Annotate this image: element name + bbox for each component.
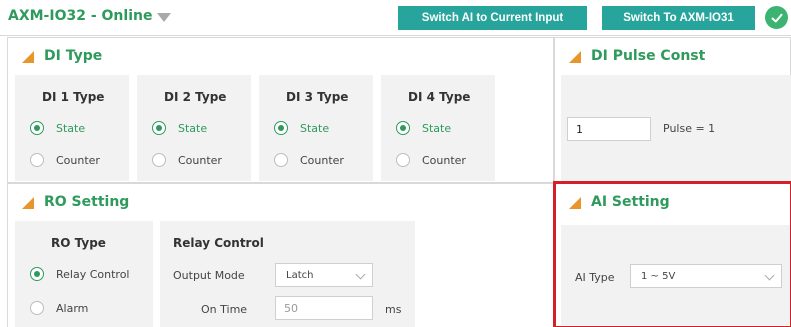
radio-checked-icon[interactable] bbox=[396, 121, 410, 135]
section-triangle-icon bbox=[22, 51, 34, 63]
radio-unchecked-icon[interactable] bbox=[396, 153, 410, 167]
di-type-title: DI Type bbox=[22, 48, 102, 64]
ro-type-heading: RO Type bbox=[51, 236, 106, 250]
di3-counter-label: Counter bbox=[300, 153, 344, 167]
output-mode-label: Output Mode bbox=[173, 269, 245, 282]
di-type-title-text: DI Type bbox=[44, 48, 103, 64]
on-time-input[interactable]: 50 bbox=[275, 296, 373, 320]
radio-checked-icon[interactable] bbox=[152, 121, 166, 135]
di2-box: DI 2 Type State Counter bbox=[137, 75, 251, 181]
di1-counter-option[interactable]: Counter bbox=[30, 153, 100, 167]
di3-state-option[interactable]: State bbox=[274, 121, 329, 135]
di2-counter-option[interactable]: Counter bbox=[152, 153, 222, 167]
radio-checked-icon[interactable] bbox=[30, 267, 44, 281]
radio-unchecked-icon[interactable] bbox=[30, 153, 44, 167]
di1-state-option[interactable]: State bbox=[30, 121, 85, 135]
check-circle-icon bbox=[765, 6, 788, 29]
di4-box: DI 4 Type State Counter bbox=[381, 75, 495, 181]
di3-heading: DI 3 Type bbox=[286, 90, 349, 104]
di-pulse-title-text: DI Pulse Const bbox=[591, 48, 706, 64]
radio-unchecked-icon[interactable] bbox=[30, 301, 44, 315]
section-triangle-icon bbox=[22, 197, 34, 209]
radio-unchecked-icon[interactable] bbox=[152, 153, 166, 167]
di2-counter-label: Counter bbox=[178, 153, 222, 167]
di4-state-option[interactable]: State bbox=[396, 121, 451, 135]
ai-type-select[interactable]: 1 ~ 5V bbox=[630, 264, 782, 288]
di-pulse-box: 1 Pulse = 1 bbox=[561, 75, 791, 181]
chevron-down-icon bbox=[355, 269, 366, 280]
alarm-label: Alarm bbox=[56, 301, 89, 315]
di4-counter-option[interactable]: Counter bbox=[396, 153, 466, 167]
ro-setting-title-text: RO Setting bbox=[44, 194, 130, 210]
output-mode-select[interactable]: Latch bbox=[275, 263, 373, 287]
relay-control-label: Relay Control bbox=[56, 267, 130, 281]
ai-setting-title: AI Setting bbox=[569, 194, 670, 210]
di1-heading: DI 1 Type bbox=[42, 90, 105, 104]
caret-down-icon[interactable] bbox=[157, 12, 172, 22]
di3-state-label: State bbox=[300, 121, 330, 135]
device-title: AXM-IO32 - Online bbox=[8, 8, 153, 24]
relay-control-box: Relay Control Output Mode Latch On Time … bbox=[160, 221, 415, 327]
di-pulse-title: DI Pulse Const bbox=[569, 48, 705, 64]
ro-setting-panel: RO Setting RO Type Relay Control Alarm R… bbox=[7, 183, 554, 327]
device-selector[interactable]: AXM-IO32 - Online bbox=[8, 8, 172, 24]
ro-setting-title: RO Setting bbox=[22, 194, 129, 210]
switch-device-button[interactable]: Switch To AXM-IO31 bbox=[602, 6, 755, 30]
output-mode-value: Latch bbox=[286, 269, 314, 281]
section-triangle-icon bbox=[569, 197, 581, 209]
ai-type-value: 1 ~ 5V bbox=[641, 270, 676, 282]
di1-box: DI 1 Type State Counter bbox=[15, 75, 129, 181]
top-bar: AXM-IO32 - Online Switch AI to Current I… bbox=[0, 0, 791, 36]
radio-unchecked-icon[interactable] bbox=[274, 153, 288, 167]
di-type-panel: DI Type DI 1 Type State Counter DI 2 Typ… bbox=[7, 37, 554, 183]
switch-ai-current-button[interactable]: Switch AI to Current Input bbox=[398, 6, 587, 30]
on-time-label: On Time bbox=[201, 303, 248, 316]
ai-setting-panel: AI Setting AI Type 1 ~ 5V bbox=[554, 183, 791, 327]
di4-counter-label: Counter bbox=[422, 153, 466, 167]
di1-state-label: State bbox=[56, 121, 86, 135]
chevron-down-icon bbox=[764, 270, 775, 281]
di2-state-option[interactable]: State bbox=[152, 121, 207, 135]
relay-control-heading: Relay Control bbox=[173, 236, 264, 250]
di-pulse-panel: DI Pulse Const 1 Pulse = 1 bbox=[554, 37, 791, 183]
ro-type-box: RO Type Relay Control Alarm bbox=[15, 221, 153, 327]
pulse-result-label: Pulse = 1 bbox=[663, 122, 716, 135]
section-triangle-icon bbox=[569, 51, 581, 63]
di4-state-label: State bbox=[422, 121, 452, 135]
pulse-const-input[interactable]: 1 bbox=[567, 117, 651, 141]
di4-heading: DI 4 Type bbox=[408, 90, 471, 104]
alarm-option[interactable]: Alarm bbox=[30, 301, 88, 315]
ai-setting-box: AI Type 1 ~ 5V bbox=[561, 225, 791, 325]
di2-heading: DI 2 Type bbox=[164, 90, 227, 104]
di1-counter-label: Counter bbox=[56, 153, 100, 167]
relay-control-option[interactable]: Relay Control bbox=[30, 267, 129, 281]
radio-checked-icon[interactable] bbox=[30, 121, 44, 135]
radio-checked-icon[interactable] bbox=[274, 121, 288, 135]
ai-type-label: AI Type bbox=[575, 271, 615, 284]
ai-setting-title-text: AI Setting bbox=[591, 194, 670, 210]
di3-box: DI 3 Type State Counter bbox=[259, 75, 373, 181]
di3-counter-option[interactable]: Counter bbox=[274, 153, 344, 167]
di2-state-label: State bbox=[178, 121, 208, 135]
on-time-unit: ms bbox=[385, 303, 402, 316]
